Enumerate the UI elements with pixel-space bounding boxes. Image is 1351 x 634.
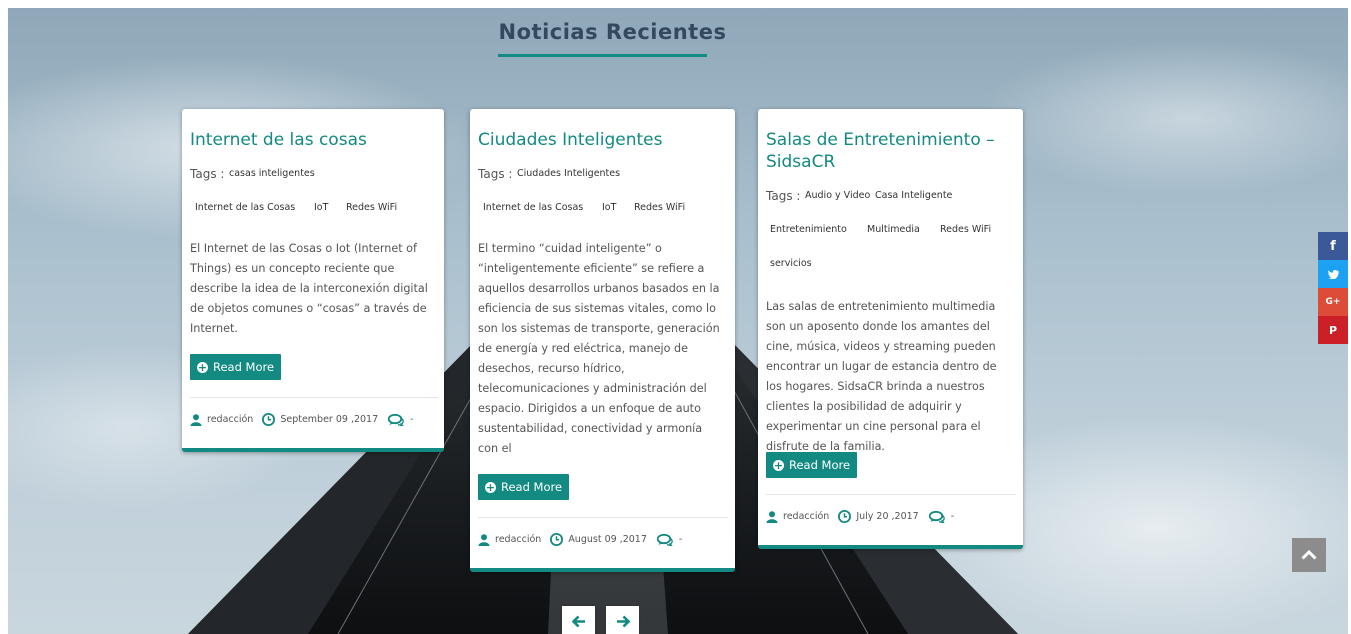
clock-icon xyxy=(550,533,564,546)
google-plus-share-button[interactable]: G+ xyxy=(1318,288,1348,316)
card-excerpt: El termino “cuidad inteligente” o “intel… xyxy=(478,242,720,455)
news-card: Salas de Entretenimiento – SidsaCR Tags … xyxy=(758,109,1023,549)
scroll-to-top-button[interactable] xyxy=(1292,538,1326,572)
post-date: August 09 ,2017 xyxy=(568,534,647,545)
tag-link[interactable]: Audio y Video xyxy=(805,190,870,201)
pinterest-share-button[interactable]: P xyxy=(1318,316,1348,344)
tag-link[interactable]: Entretenimiento xyxy=(770,224,847,235)
post-comments[interactable]: - xyxy=(951,511,954,522)
post-author[interactable]: redacción xyxy=(495,534,541,545)
tag-link[interactable]: servicios xyxy=(770,258,812,269)
tags-row: Tags : xyxy=(478,165,512,183)
tag-link[interactable]: Redes WiFi xyxy=(634,202,685,213)
read-more-label: Read More xyxy=(213,360,275,374)
tags-label: Tags : xyxy=(478,167,513,181)
tag-link[interactable]: Internet de las Cosas xyxy=(195,202,295,213)
section-title: Noticias Recientes xyxy=(498,20,727,44)
tags-label: Tags : xyxy=(190,167,225,181)
carousel-prev-button[interactable] xyxy=(562,606,595,634)
divider xyxy=(766,494,1016,495)
tag-link[interactable]: Multimedia xyxy=(867,224,920,235)
tag-link[interactable]: IoT xyxy=(602,202,616,213)
card-excerpt: El Internet de las Cosas o Iot (Internet… xyxy=(190,242,428,335)
post-date: September 09 ,2017 xyxy=(280,414,379,425)
post-meta: redacción July 20 ,2017 - xyxy=(766,510,954,523)
facebook-icon: f xyxy=(1330,238,1336,254)
tag-link[interactable]: IoT xyxy=(314,202,328,213)
read-more-button[interactable]: + Read More xyxy=(190,354,282,380)
clock-icon xyxy=(262,413,276,426)
news-card: Ciudades Inteligentes Tags : Ciudades In… xyxy=(470,109,735,572)
title-underline xyxy=(498,54,707,57)
pinterest-icon: P xyxy=(1328,323,1338,337)
comments-icon xyxy=(928,510,945,523)
carousel-next-button[interactable] xyxy=(606,606,639,634)
card-excerpt: Las salas de entretenimiento multimedia … xyxy=(766,300,997,453)
card-title[interactable]: Internet de las cosas xyxy=(190,129,445,151)
divider xyxy=(478,517,728,518)
tag-link[interactable]: Redes WiFi xyxy=(940,224,991,235)
tag-link[interactable]: Ciudades Inteligentes xyxy=(517,168,620,179)
plus-circle-icon: + xyxy=(485,480,496,494)
user-icon xyxy=(766,510,778,523)
card-title[interactable]: Ciudades Inteligentes xyxy=(478,129,733,151)
read-more-label: Read More xyxy=(789,458,851,472)
user-icon xyxy=(478,533,490,546)
comments-icon xyxy=(388,413,404,426)
tag-link[interactable]: Redes WiFi xyxy=(346,202,397,213)
news-card: Internet de las cosas Tags : casas intel… xyxy=(182,109,444,452)
facebook-share-button[interactable]: f xyxy=(1318,232,1348,260)
google-plus-icon: G+ xyxy=(1325,297,1341,307)
tag-link[interactable]: casas inteligentes xyxy=(229,168,315,179)
read-more-button[interactable]: + Read More xyxy=(478,474,570,500)
clock-icon xyxy=(838,510,852,523)
arrow-right-icon xyxy=(616,615,630,627)
post-comments[interactable]: - xyxy=(679,534,682,545)
hero-background: Noticias Recientes Internet de las cosas… xyxy=(8,8,1348,634)
tag-link[interactable]: Casa Inteligente xyxy=(875,190,952,201)
post-author[interactable]: redacción xyxy=(207,414,253,425)
post-meta: redacción September 09 ,2017 - xyxy=(190,413,414,426)
tags-row: Tags : xyxy=(190,165,224,183)
tags-row: Tags : xyxy=(766,187,800,205)
post-date: July 20 ,2017 xyxy=(856,511,919,522)
chevron-up-icon xyxy=(1301,550,1317,560)
card-title[interactable]: Salas de Entretenimiento – SidsaCR xyxy=(766,129,1021,173)
arrow-left-icon xyxy=(571,615,585,627)
post-comments[interactable]: - xyxy=(410,414,413,425)
plus-circle-icon: + xyxy=(197,360,208,374)
post-author[interactable]: redacción xyxy=(783,511,829,522)
tags-label: Tags : xyxy=(766,189,801,203)
tag-link[interactable]: Internet de las Cosas xyxy=(483,202,583,213)
divider xyxy=(190,397,438,398)
comments-icon xyxy=(656,533,673,546)
plus-circle-icon: + xyxy=(773,458,784,472)
read-more-button[interactable]: + Read More xyxy=(766,452,858,478)
post-meta: redacción August 09 ,2017 - xyxy=(478,533,682,546)
twitter-icon xyxy=(1327,269,1339,279)
twitter-share-button[interactable] xyxy=(1318,260,1348,288)
read-more-label: Read More xyxy=(501,480,563,494)
user-icon xyxy=(190,413,202,426)
